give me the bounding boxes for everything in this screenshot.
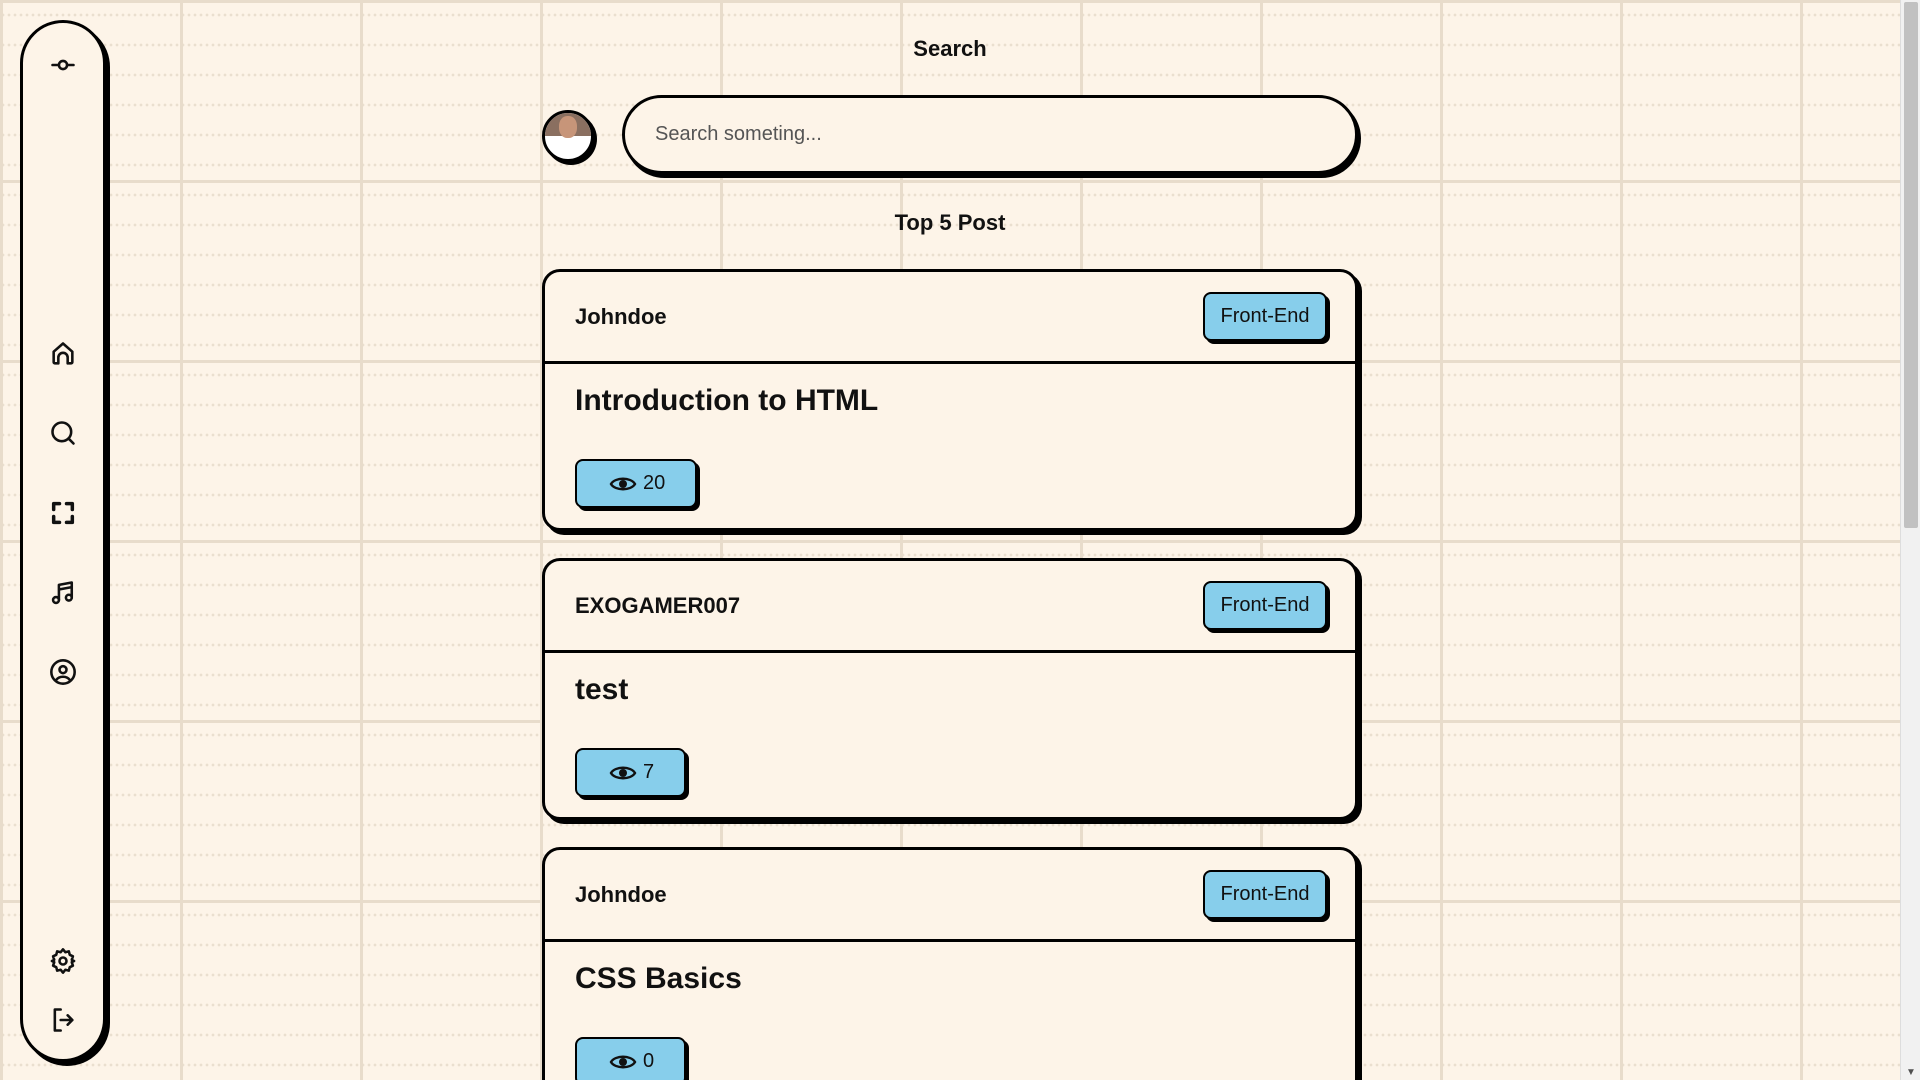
gear-icon[interactable] [48,946,78,976]
logout-icon[interactable] [48,1005,78,1035]
home-icon[interactable] [48,339,78,369]
scrollbar-thumb[interactable] [1904,2,1918,528]
views-button[interactable]: 20 [575,459,698,508]
section-title: Top 5 Post [894,210,1006,235]
views-count: 20 [643,472,666,494]
views-button[interactable]: 7 [575,748,687,797]
post-author[interactable]: Johndoe [575,882,667,908]
post-title[interactable]: CSS Basics [545,942,1355,996]
post-title[interactable]: test [545,653,1355,707]
music-icon[interactable] [48,578,78,608]
eye-icon [609,766,637,779]
views-count: 0 [643,1050,655,1072]
views-count: 7 [643,761,655,783]
page-title: Search [913,36,987,61]
tag-badge[interactable]: Front-End [1203,870,1327,919]
post-card[interactable]: Johndoe Front-End CSS Basics 0 [542,847,1358,1080]
post-title[interactable]: Introduction to HTML [545,364,1355,418]
search-input[interactable] [655,123,1355,146]
sidebar [20,20,106,1062]
post-card[interactable]: EXOGAMER007 Front-End test 7 [542,558,1358,820]
tag-badge[interactable]: Front-End [1203,581,1327,630]
search-icon[interactable] [48,418,78,448]
tag-badge[interactable]: Front-End [1203,292,1327,341]
user-circle-icon[interactable] [48,657,78,687]
fullscreen-icon[interactable] [48,498,78,528]
eye-icon [609,477,637,490]
post-author[interactable]: EXOGAMER007 [575,593,740,619]
post-card[interactable]: Johndoe Front-End Introduction to HTML 20 [542,269,1358,531]
scroll-down-arrow-icon[interactable]: ▼ [1901,1064,1920,1080]
search-bar[interactable] [622,95,1358,174]
eye-icon [609,1055,637,1068]
avatar[interactable] [542,110,594,162]
scrollbar[interactable]: ▼ [1900,0,1920,1080]
views-button[interactable]: 0 [575,1037,687,1080]
post-author[interactable]: Johndoe [575,304,667,330]
